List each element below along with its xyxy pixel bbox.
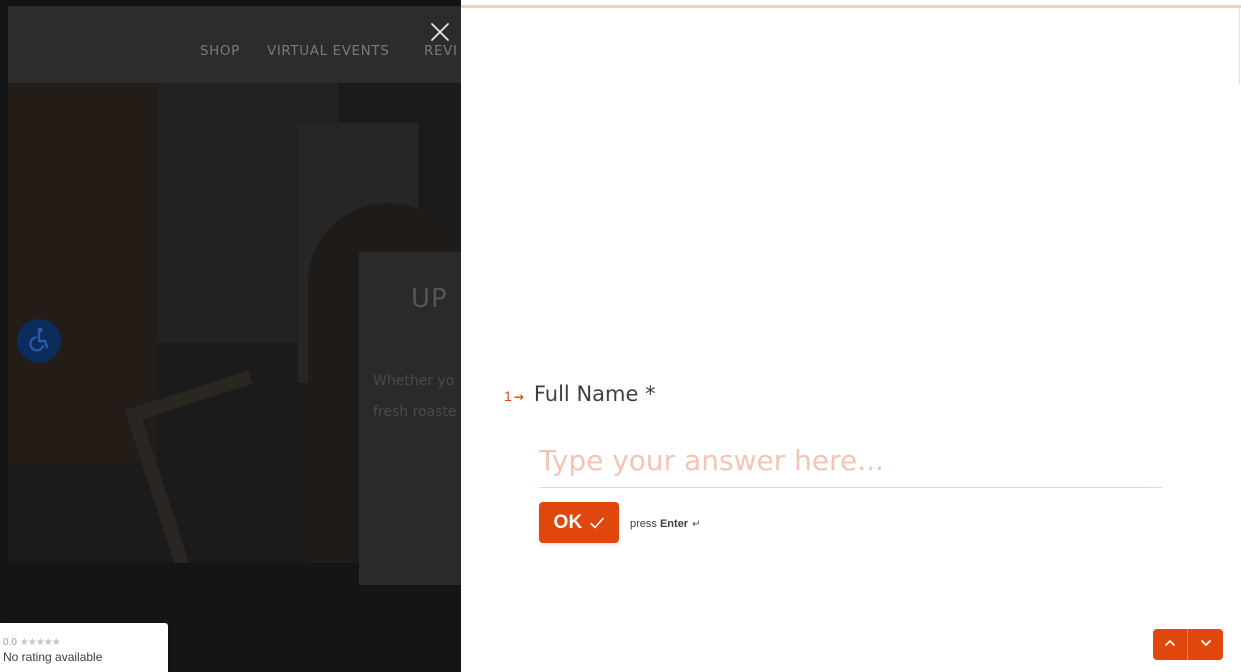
nav-link-virtual-events: VIRTUAL EVENTS [267, 43, 390, 59]
full-name-input[interactable] [539, 440, 1162, 488]
enter-hint-prefix: press [630, 518, 660, 530]
close-icon [428, 23, 452, 48]
site-navbar: SHOP VIRTUAL EVENTS REVI [8, 6, 461, 83]
next-question-button[interactable] [1188, 629, 1223, 660]
chevron-down-icon [1200, 636, 1212, 654]
accessibility-button[interactable] [17, 319, 61, 363]
enter-key-icon: ↵ [692, 519, 701, 530]
form-panel: 1 → Full Name * OK press Enter↵ [461, 0, 1241, 672]
hero-card-text-line: Whether yo [373, 373, 455, 389]
check-icon [589, 515, 605, 531]
hero-card-text-line: fresh roaste [373, 404, 457, 420]
rating-widget[interactable]: 0.0 ★★★★★ No rating available [0, 623, 168, 672]
background-page-overlay[interactable]: SHOP VIRTUAL EVENTS REVI UP Whether yo f… [0, 0, 461, 672]
accessibility-icon [24, 324, 54, 359]
ok-button[interactable]: OK [539, 502, 619, 543]
hero-text-card: UP Whether yo fresh roaste [359, 252, 461, 585]
rating-score: 0.0 [3, 637, 17, 648]
rating-row: 0.0 ★★★★★ [3, 637, 168, 648]
enter-hint: press Enter ↵ [630, 518, 700, 530]
hero-card-title: UP [411, 284, 448, 314]
question-navigation [1153, 629, 1223, 660]
chevron-up-icon [1164, 636, 1176, 654]
previous-question-button[interactable] [1153, 629, 1188, 660]
ok-button-label: OK [553, 511, 583, 533]
arrow-right-icon: → [513, 390, 524, 404]
question-label: Full Name * [533, 382, 656, 406]
panel-divider [1239, 8, 1240, 84]
rating-stars-icon: ★★★★★ [19, 637, 61, 648]
close-button[interactable] [428, 20, 452, 44]
progress-bar [461, 5, 1241, 8]
question-number: 1 [504, 388, 512, 404]
enter-hint-key: Enter [659, 518, 689, 530]
nav-link-shop: SHOP [200, 43, 240, 59]
rating-status: No rating available [3, 650, 103, 664]
question-header: 1 → Full Name * [504, 382, 656, 406]
